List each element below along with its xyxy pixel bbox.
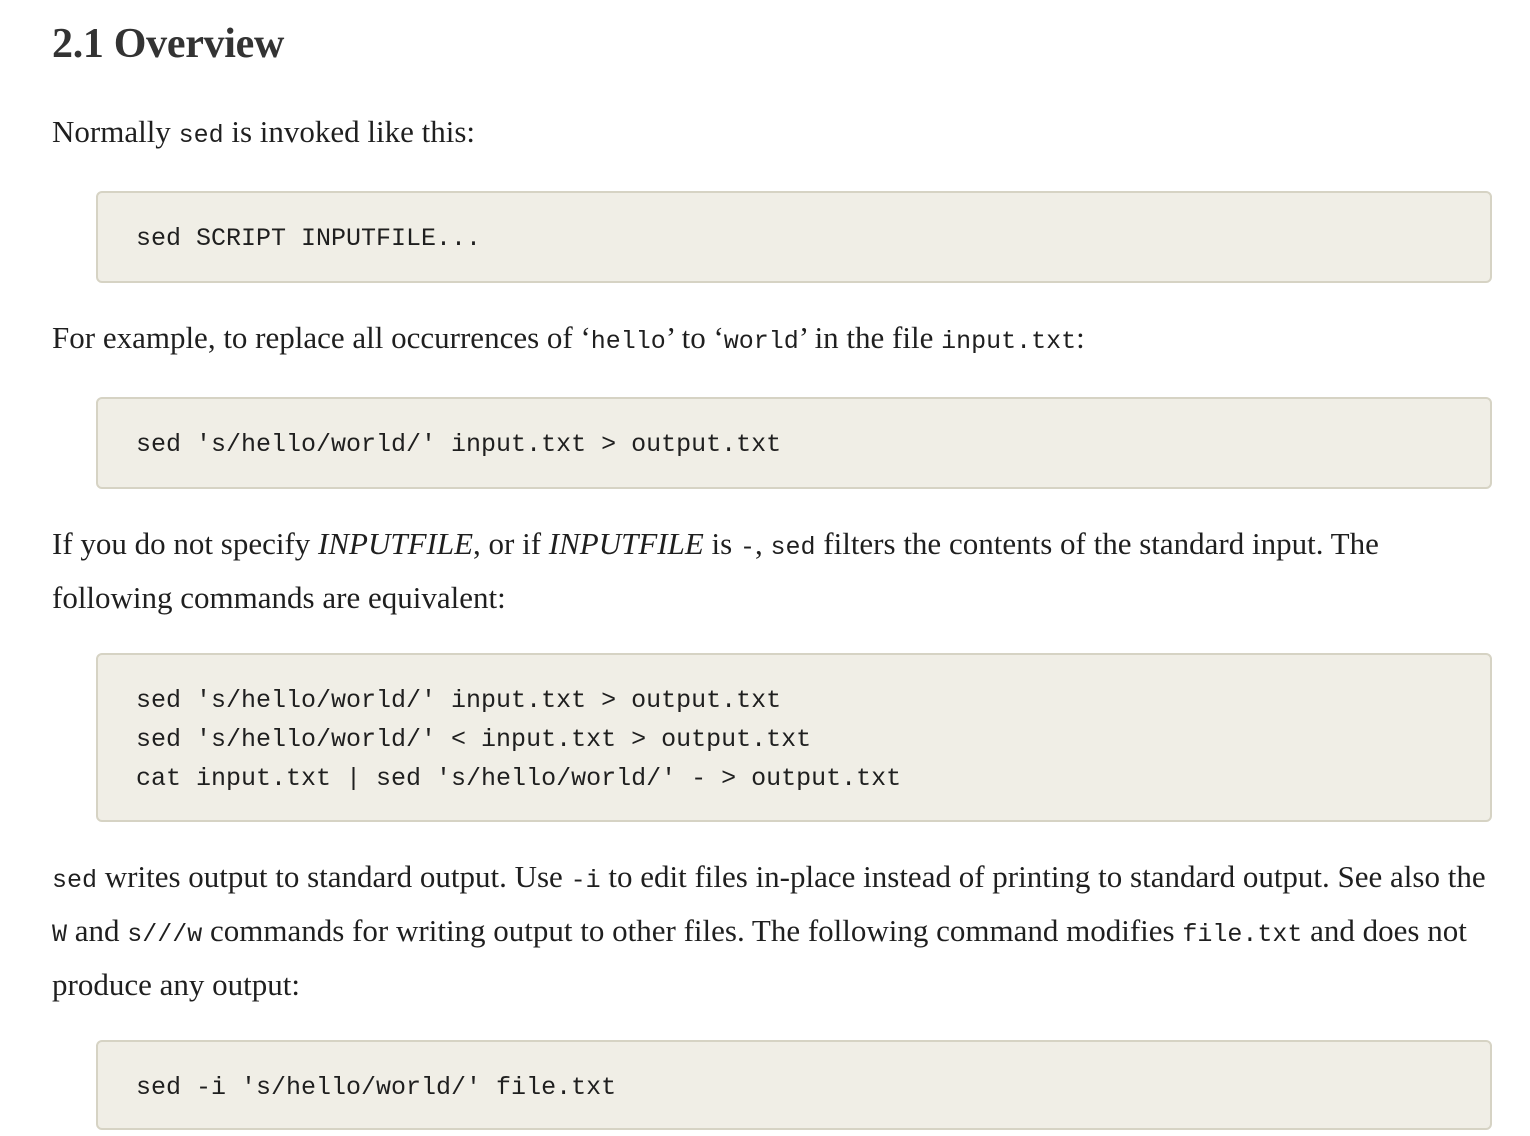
text-run: For example, to replace all occurrences … xyxy=(52,320,591,355)
code-line: sed 's/hello/world/' input.txt > output.… xyxy=(136,430,782,459)
output-paragraph: sed writes output to standard output. Us… xyxy=(52,852,1492,1010)
text-run: : xyxy=(1076,320,1085,355)
text-run: ’ in the file xyxy=(798,320,942,355)
section-heading: 2.1 Overview xyxy=(52,21,284,67)
emphasis: INPUTFILE xyxy=(548,526,704,561)
inline-code: world xyxy=(723,327,799,356)
text-run: , or if xyxy=(473,526,549,561)
text-run: is invoked like this: xyxy=(223,114,476,149)
inline-code: sed xyxy=(770,533,816,562)
document-page: 2.1 Overview Normally sed is invoked lik… xyxy=(0,0,1530,1136)
text-run: and xyxy=(67,913,128,948)
inline-code: s///w xyxy=(127,920,203,949)
inline-code: - xyxy=(739,533,755,562)
text-run: If you do not specify xyxy=(52,526,319,561)
inline-code: W xyxy=(52,920,68,949)
example-paragraph: For example, to replace all occurrences … xyxy=(52,313,1492,367)
text-run: ’ to ‘ xyxy=(665,320,724,355)
inline-code: -i xyxy=(570,866,601,895)
text-run: commands for writing output to other fil… xyxy=(202,913,1183,948)
text-run: Normally xyxy=(52,114,179,149)
intro-paragraph: Normally sed is invoked like this: xyxy=(52,107,1492,161)
inline-code: sed xyxy=(52,866,98,895)
text-run: , xyxy=(755,526,771,561)
code-block-usage: sed SCRIPT INPUTFILE... xyxy=(96,191,1492,283)
code-block-equivalents: sed 's/hello/world/' input.txt > output.… xyxy=(96,653,1492,822)
text-run: writes output to standard output. Use xyxy=(97,859,571,894)
inline-code: input.txt xyxy=(941,327,1077,356)
code-line: sed 's/hello/world/' < input.txt > outpu… xyxy=(136,725,812,754)
code-block-example: sed 's/hello/world/' input.txt > output.… xyxy=(96,397,1492,489)
code-line: sed SCRIPT INPUTFILE... xyxy=(136,224,482,253)
inline-code: sed xyxy=(178,121,224,150)
code-block-inplace: sed -i 's/hello/world/' file.txt xyxy=(96,1040,1492,1130)
inline-code: file.txt xyxy=(1182,920,1303,949)
code-line: sed -i 's/hello/world/' file.txt xyxy=(136,1073,617,1102)
text-run: is xyxy=(703,526,740,561)
inline-code: hello xyxy=(590,327,666,356)
code-line: sed 's/hello/world/' input.txt > output.… xyxy=(136,686,782,715)
code-line: cat input.txt | sed 's/hello/world/' - >… xyxy=(136,764,902,793)
text-run: to edit files in-place instead of printi… xyxy=(600,859,1486,894)
stdin-paragraph: If you do not specify INPUTFILE, or if I… xyxy=(52,519,1492,623)
emphasis: INPUTFILE xyxy=(318,526,474,561)
